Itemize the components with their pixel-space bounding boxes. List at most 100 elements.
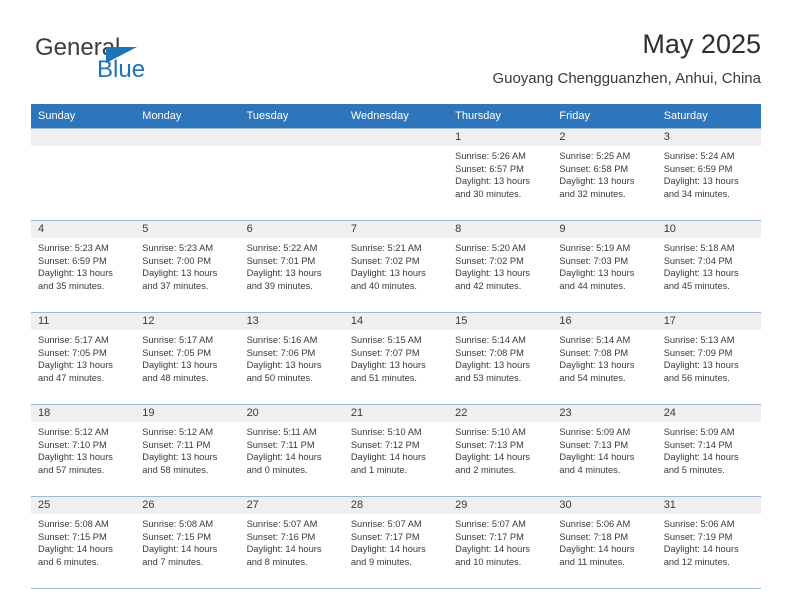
calendar-day-cell[interactable]: 6 Sunrise: 5:22 AM Sunset: 7:01 PM Daylight… — [239, 220, 344, 313]
day-number: 11 — [31, 313, 136, 330]
day-sunrise-text: Sunrise: 5:17 AM — [38, 335, 109, 345]
day-cell-inner: 2 Sunrise: 5:25 AM Sunset: 6:58 PM Daylight… — [552, 129, 657, 220]
day-daylight-line-text: and 50 minutes. — [246, 372, 313, 383]
day-daylight-line-text: and 48 minutes. — [142, 372, 209, 383]
day-daylight-line-text: and 45 minutes. — [663, 280, 730, 291]
general-blue-logo[interactable]: General Blue — [35, 34, 245, 90]
day-cell-inner: 13 Sunrise: 5:16 AM Sunset: 7:06 PM Dayligh… — [239, 313, 344, 404]
day-cell-inner: 20 Sunrise: 5:11 AM Sunset: 7:11 PM Dayligh… — [239, 405, 344, 496]
calendar-day-cell[interactable]: 23 Sunrise: 5:09 AM Sunset: 7:13 PM Dayligh… — [552, 404, 657, 497]
calendar-day-cell[interactable]: 3 Sunrise: 5:24 AM Sunset: 6:59 PM Daylight… — [656, 128, 761, 221]
day-daylight-line-text: Daylight: 14 hours — [455, 452, 531, 463]
calendar-day-cell[interactable]: 4 Sunrise: 5:23 AM Sunset: 6:59 PM Daylight… — [31, 220, 136, 313]
day-sunset-text: Sunset: 7:05 PM — [38, 347, 107, 358]
day-sunrise-text: Sunrise: 5:11 AM — [246, 427, 317, 437]
calendar-day-cell[interactable]: 14 Sunrise: 5:15 AM Sunset: 7:07 PM Dayligh… — [343, 312, 449, 405]
calendar-day-cell[interactable]: 17 Sunrise: 5:13 AM Sunset: 7:09 PM Dayligh… — [656, 312, 761, 405]
day-cell-inner: 9 Sunrise: 5:19 AM Sunset: 7:03 PM Daylight… — [552, 221, 657, 312]
day-cell-inner — [31, 129, 136, 220]
day-daylight-line-text: and 40 minutes. — [350, 280, 417, 291]
calendar-day-cell[interactable]: 26 Sunrise: 5:08 AM Sunset: 7:15 PM Dayligh… — [135, 496, 240, 589]
calendar-day-cell[interactable]: 5 Sunrise: 5:23 AM Sunset: 7:00 PM Daylight… — [135, 220, 240, 313]
day-daylight-line-text: Daylight: 13 hours — [142, 452, 218, 463]
day-daylight-line-text: Daylight: 14 hours — [142, 544, 218, 555]
day-number: 24 — [656, 405, 761, 422]
calendar-day-cell[interactable]: 1 Sunrise: 5:26 AM Sunset: 6:57 PM Daylight… — [448, 128, 553, 221]
day-sunset-text: Sunset: 7:09 PM — [663, 347, 733, 358]
day-cell-inner — [239, 129, 344, 220]
day-cell-details: Sunrise: 5:14 AM Sunset: 7:08 PM Daylight:… — [448, 330, 552, 384]
calendar-day-cell[interactable]: 24 Sunrise: 5:09 AM Sunset: 7:14 PM Dayligh… — [656, 404, 761, 497]
calendar-day-cell[interactable]: 21 Sunrise: 5:10 AM Sunset: 7:12 PM Dayligh… — [343, 404, 449, 497]
weekday-header-wednesday: Wednesday — [343, 104, 449, 129]
day-sunrise-text: Sunrise: 5:23 AM — [38, 243, 109, 253]
day-daylight-line-text: and 8 minutes. — [246, 556, 308, 567]
day-daylight-line-text: Daylight: 13 hours — [455, 360, 531, 371]
day-daylight-line-text: and 37 minutes. — [142, 280, 209, 291]
day-number: 14 — [343, 313, 449, 330]
day-cell-details: Sunrise: 5:20 AM Sunset: 7:02 PM Daylight:… — [448, 238, 552, 292]
day-cell-details: Sunrise: 5:15 AM Sunset: 7:07 PM Daylight:… — [344, 330, 448, 384]
day-cell-details: Sunrise: 5:08 AM Sunset: 7:15 PM Daylight:… — [31, 514, 135, 568]
day-sunset-text: Sunset: 7:02 PM — [455, 255, 524, 266]
calendar-day-cell[interactable]: 18 Sunrise: 5:12 AM Sunset: 7:10 PM Dayligh… — [31, 404, 136, 497]
calendar-body: 1 Sunrise: 5:26 AM Sunset: 6:57 PM Daylight… — [31, 128, 761, 589]
day-cell-details: Sunrise: 5:16 AM Sunset: 7:06 PM Daylight:… — [240, 330, 344, 384]
calendar-day-cell[interactable]: 12 Sunrise: 5:17 AM Sunset: 7:05 PM Dayligh… — [135, 312, 240, 405]
calendar-day-cell[interactable]: 7 Sunrise: 5:21 AM Sunset: 7:02 PM Daylight… — [343, 220, 449, 313]
day-sunset-text: Sunset: 7:17 PM — [455, 531, 524, 542]
day-daylight-line-text: and 5 minutes. — [663, 464, 725, 475]
day-daylight-line-text: and 6 minutes. — [38, 556, 99, 567]
day-cell-details: Sunrise: 5:23 AM Sunset: 7:00 PM Daylight:… — [135, 238, 239, 292]
day-daylight-line-text: and 32 minutes. — [559, 188, 626, 199]
day-sunrise-text: Sunrise: 5:12 AM — [38, 427, 109, 437]
day-daylight-line-text: Daylight: 13 hours — [663, 176, 739, 187]
day-number: 22 — [448, 405, 553, 422]
day-sunset-text: Sunset: 6:59 PM — [38, 255, 107, 266]
day-daylight-line-text: Daylight: 14 hours — [38, 544, 113, 555]
day-cell-details: Sunrise: 5:08 AM Sunset: 7:15 PM Daylight:… — [135, 514, 239, 568]
day-number — [343, 129, 449, 146]
calendar-day-cell[interactable]: 16 Sunrise: 5:14 AM Sunset: 7:08 PM Dayligh… — [552, 312, 657, 405]
calendar-day-cell[interactable]: 19 Sunrise: 5:12 AM Sunset: 7:11 PM Dayligh… — [135, 404, 240, 497]
day-sunset-text: Sunset: 7:14 PM — [663, 439, 733, 450]
day-sunrise-text: Sunrise: 5:15 AM — [350, 335, 422, 345]
day-number: 26 — [135, 497, 240, 514]
calendar-day-cell[interactable]: 15 Sunrise: 5:14 AM Sunset: 7:08 PM Dayligh… — [448, 312, 553, 405]
calendar-day-cell[interactable]: 28 Sunrise: 5:07 AM Sunset: 7:17 PM Dayligh… — [343, 496, 449, 589]
day-sunrise-text: Sunrise: 5:06 AM — [559, 519, 631, 529]
calendar-day-cell[interactable]: 8 Sunrise: 5:20 AM Sunset: 7:02 PM Daylight… — [448, 220, 553, 313]
day-sunset-text: Sunset: 7:04 PM — [663, 255, 733, 266]
calendar-day-cell[interactable]: 29 Sunrise: 5:07 AM Sunset: 7:17 PM Dayligh… — [448, 496, 553, 589]
logo-text-blue: Blue — [97, 56, 146, 83]
calendar-day-cell[interactable]: 2 Sunrise: 5:25 AM Sunset: 6:58 PM Daylight… — [552, 128, 657, 221]
day-cell-details: Sunrise: 5:10 AM Sunset: 7:12 PM Daylight:… — [344, 422, 448, 476]
day-cell-details: Sunrise: 5:10 AM Sunset: 7:13 PM Daylight:… — [448, 422, 552, 476]
day-sunrise-text: Sunrise: 5:19 AM — [559, 243, 631, 253]
day-sunrise-text: Sunrise: 5:07 AM — [246, 519, 318, 529]
day-cell-inner: 11 Sunrise: 5:17 AM Sunset: 7:05 PM Dayligh… — [31, 313, 136, 404]
weekday-header-tuesday: Tuesday — [239, 104, 344, 129]
calendar-day-cell[interactable]: 31 Sunrise: 5:06 AM Sunset: 7:19 PM Dayligh… — [656, 496, 761, 589]
calendar-day-cell[interactable]: 25 Sunrise: 5:08 AM Sunset: 7:15 PM Dayligh… — [31, 496, 136, 589]
calendar-day-cell[interactable]: 20 Sunrise: 5:11 AM Sunset: 7:11 PM Dayligh… — [239, 404, 344, 497]
day-sunset-text: Sunset: 7:11 PM — [142, 439, 211, 450]
day-sunrise-text: Sunrise: 5:14 AM — [455, 335, 526, 345]
calendar-day-cell[interactable]: 10 Sunrise: 5:18 AM Sunset: 7:04 PM Dayligh… — [656, 220, 761, 313]
weekday-header-sunday: Sunday — [31, 104, 136, 129]
day-cell-details: Sunrise: 5:19 AM Sunset: 7:03 PM Daylight:… — [552, 238, 656, 292]
calendar-day-cell[interactable]: 11 Sunrise: 5:17 AM Sunset: 7:05 PM Dayligh… — [31, 312, 136, 405]
day-cell-inner: 21 Sunrise: 5:10 AM Sunset: 7:12 PM Dayligh… — [343, 405, 449, 496]
calendar-day-cell[interactable]: 30 Sunrise: 5:06 AM Sunset: 7:18 PM Dayligh… — [552, 496, 657, 589]
day-cell-inner — [135, 129, 240, 220]
calendar-day-cell[interactable]: 27 Sunrise: 5:07 AM Sunset: 7:16 PM Dayligh… — [239, 496, 344, 589]
day-cell-details: Sunrise: 5:13 AM Sunset: 7:09 PM Daylight:… — [657, 330, 761, 384]
day-cell-inner: 28 Sunrise: 5:07 AM Sunset: 7:17 PM Dayligh… — [343, 497, 449, 588]
calendar-day-cell[interactable]: 9 Sunrise: 5:19 AM Sunset: 7:03 PM Daylight… — [552, 220, 657, 313]
calendar-day-cell[interactable]: 13 Sunrise: 5:16 AM Sunset: 7:06 PM Dayligh… — [239, 312, 344, 405]
day-cell-inner: 31 Sunrise: 5:06 AM Sunset: 7:19 PM Dayligh… — [656, 497, 761, 588]
day-daylight-line-text: Daylight: 13 hours — [246, 268, 322, 279]
calendar-day-cell[interactable]: 22 Sunrise: 5:10 AM Sunset: 7:13 PM Dayligh… — [448, 404, 553, 497]
day-daylight-line-text: Daylight: 14 hours — [559, 452, 635, 463]
day-number: 13 — [239, 313, 344, 330]
